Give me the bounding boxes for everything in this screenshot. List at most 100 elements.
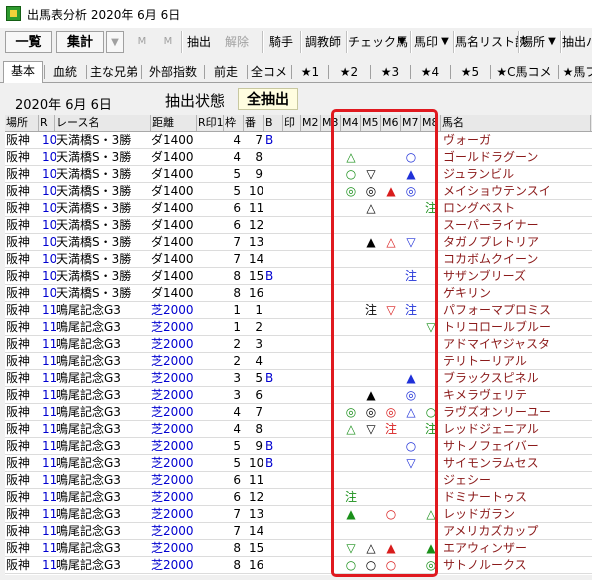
table-row[interactable]: 阪神 11 鳴尾記念G3 芝2000 2 4 テリトーリアル	[5, 353, 592, 370]
column-header[interactable]: 印	[283, 115, 301, 131]
horse-name-cell: サトノフェイバー	[443, 439, 539, 453]
column-header[interactable]: M2	[301, 115, 321, 131]
kaijo-button[interactable]: 解除	[219, 31, 255, 53]
tab-8[interactable]: ★2	[330, 63, 368, 81]
m1-button[interactable]: M	[132, 31, 152, 53]
tab-11[interactable]: ★5	[452, 63, 488, 81]
table-row[interactable]: 阪神 10 天満橋S・3勝 ダ1400 5 10 メイショウテンスイ ◎ ◎ ▲ ◎	[5, 183, 592, 200]
tab-divider	[328, 65, 329, 79]
column-header[interactable]: M5	[361, 115, 381, 131]
place-cell: 阪神	[6, 439, 31, 453]
tab-6[interactable]: 全コメ	[249, 63, 289, 81]
column-header[interactable]: M6	[381, 115, 401, 131]
column-header[interactable]: R印1	[197, 115, 224, 131]
table-row[interactable]: 阪神 10 天満橋S・3勝 ダ1400 8 15 B サザンブリーズ 注	[5, 268, 592, 285]
basho-dropdown-icon[interactable]: ▼	[546, 31, 558, 53]
tab-5[interactable]: 前走	[206, 63, 246, 81]
table-row[interactable]: 阪神 10 天満橋S・3勝 ダ1400 7 13 タガノプレトリア ▲ △ ▽	[5, 234, 592, 251]
m7-mark: ○	[405, 439, 417, 453]
table-row[interactable]: 阪神 11 鳴尾記念G3 芝2000 4 7 ラヴズオンリーユー ◎ ◎ ◎ △ ○	[5, 404, 592, 421]
table-row[interactable]: 阪神 10 天満橋S・3勝 ダ1400 4 7 B ヴォーガ	[5, 132, 592, 149]
tab-2[interactable]: 血統	[46, 63, 84, 81]
basho-button[interactable]: 場所	[520, 31, 546, 53]
place-cell: 阪神	[6, 473, 31, 487]
race-number-cell: 10	[42, 235, 56, 249]
blinker-cell	[265, 353, 277, 369]
distance-cell: 芝2000	[151, 473, 194, 487]
race-number-cell: 10	[42, 269, 56, 283]
table-row[interactable]: 阪神 11 鳴尾記念G3 芝2000 1 1 パフォーマプロミス注 ▽ 注	[5, 302, 592, 319]
chushutsu-ba-button[interactable]: 抽出バ	[562, 31, 592, 53]
tab-7[interactable]: ★1	[293, 63, 327, 81]
m5-mark: ▽	[366, 422, 376, 436]
table-row[interactable]: 阪神 11 鳴尾記念G3 芝2000 5 9 B サトノフェイバー ○	[5, 438, 592, 455]
column-header[interactable]: レース名	[55, 115, 151, 131]
table-row[interactable]: 阪神 10 天満橋S・3勝 ダ1400 6 11 ロングベスト △ 注	[5, 200, 592, 217]
umajirushi-button[interactable]: 馬印	[413, 31, 439, 53]
shukei-dropdown-icon[interactable]: ▼	[106, 31, 124, 53]
horse-name-cell: アドマイヤジャスタ	[443, 337, 551, 351]
place-cell: 阪神	[6, 184, 31, 198]
waku-cell: 5	[233, 167, 241, 181]
tab-9[interactable]: ★3	[372, 63, 408, 81]
table-row[interactable]: 阪神 11 鳴尾記念G3 芝2000 7 14 アメリカズカップ	[5, 523, 592, 540]
tab-4[interactable]: 外部指数	[143, 63, 203, 81]
column-header[interactable]: 距離	[151, 115, 197, 131]
blinker-cell	[265, 523, 277, 539]
table-row[interactable]: 阪神 11 鳴尾記念G3 芝2000 3 5 B ブラックスピネル ▲	[5, 370, 592, 387]
ichiran-button[interactable]: 一覧	[5, 31, 52, 53]
tab-13[interactable]: ★馬ブ	[560, 63, 592, 81]
tab-10[interactable]: ★4	[412, 63, 448, 81]
table-row[interactable]: 阪神 10 天満橋S・3勝 ダ1400 4 8 ゴールドラグーン △ ○	[5, 149, 592, 166]
column-header[interactable]: M4	[341, 115, 361, 131]
race-name-cell: 天満橋S・3勝	[56, 167, 132, 181]
place-cell: 阪神	[6, 320, 31, 334]
blinker-cell	[265, 506, 277, 522]
table-row[interactable]: 阪神 10 天満橋S・3勝 ダ1400 6 12 スーパーライナー	[5, 217, 592, 234]
waku-cell: 1	[233, 303, 241, 317]
column-header[interactable]: M8	[421, 115, 441, 131]
m5-mark: △	[366, 201, 376, 215]
tab-12[interactable]: ★C馬コメ	[492, 63, 556, 81]
table-row[interactable]: 阪神 11 鳴尾記念G3 芝2000 2 3 アドマイヤジャスタ	[5, 336, 592, 353]
column-header[interactable]: R	[39, 115, 55, 131]
kishu-button[interactable]: 騎手	[266, 31, 296, 53]
shukei-button[interactable]: 集計	[56, 31, 104, 53]
column-header[interactable]: M3	[321, 115, 341, 131]
race-name-cell: 鳴尾記念G3	[56, 337, 121, 351]
column-header[interactable]: B	[264, 115, 283, 131]
table-row[interactable]: 阪神 11 鳴尾記念G3 芝2000 7 13 レッドガラン ▲ ○ △	[5, 506, 592, 523]
umajirushi-dropdown-icon[interactable]: ▼	[439, 31, 451, 53]
table-row[interactable]: 阪神 11 鳴尾記念G3 芝2000 5 10 B サイモンラムセス ▽	[5, 455, 592, 472]
column-header[interactable]: 番	[244, 115, 264, 131]
tab-3[interactable]: 主な兄弟	[88, 63, 140, 81]
list-load-button[interactable]: 馬名リスト読	[455, 31, 527, 53]
table-row[interactable]: 阪神 11 鳴尾記念G3 芝2000 6 11 ジェシー	[5, 472, 592, 489]
m4-mark: ○	[345, 558, 357, 572]
table-row[interactable]: 阪神 11 鳴尾記念G3 芝2000 1 2 トリコロールブルー ▽	[5, 319, 592, 336]
table-row[interactable]: 阪神 10 天満橋S・3勝 ダ1400 7 14 コカボムクイーン	[5, 251, 592, 268]
column-header[interactable]: 馬名	[441, 115, 591, 131]
horse-name-cell: ロングベスト	[443, 201, 516, 215]
table-row[interactable]: 阪神 11 鳴尾記念G3 芝2000 8 16 サトノルークス ○ ○ ○ ◎	[5, 557, 592, 574]
column-header[interactable]: M7	[401, 115, 421, 131]
horse-name-cell: コカボムクイーン	[443, 252, 539, 266]
table-row[interactable]: 阪神 11 鳴尾記念G3 芝2000 6 12 ドミナートゥス 注	[5, 489, 592, 506]
waku-cell: 7	[233, 252, 241, 266]
column-header[interactable]: 場所	[5, 115, 39, 131]
distance-cell: ダ1400	[151, 218, 194, 232]
column-header[interactable]: 枠	[224, 115, 244, 131]
table-row[interactable]: 阪神 11 鳴尾記念G3 芝2000 4 8 レッドジェニアル △ ▽ 注 注	[5, 421, 592, 438]
table-row[interactable]: 阪神 11 鳴尾記念G3 芝2000 3 6 キメラヴェリテ ▲ ◎	[5, 387, 592, 404]
table-row[interactable]: 阪神 10 天満橋S・3勝 ダ1400 8 16 ゲキリン	[5, 285, 592, 302]
table-row[interactable]: 阪神 11 鳴尾記念G3 芝2000 8 15 エアウィンザー ▽ △ ▲ ▲	[5, 540, 592, 557]
check-uma-button[interactable]: チェック馬	[348, 31, 408, 53]
race-number-cell: 11	[42, 320, 56, 334]
chokyoshi-button[interactable]: 調教師	[303, 31, 343, 53]
chushutsu-button[interactable]: 抽出	[185, 31, 213, 53]
tab-1[interactable]: 基本	[3, 61, 43, 83]
table-row[interactable]: 阪神 10 天満橋S・3勝 ダ1400 5 9 ジュランビル ○ ▽ ▲	[5, 166, 592, 183]
check-uma-dropdown-icon[interactable]: ▼	[396, 31, 408, 53]
blinker-cell: B	[265, 439, 274, 453]
m2-button[interactable]: M	[158, 31, 178, 53]
